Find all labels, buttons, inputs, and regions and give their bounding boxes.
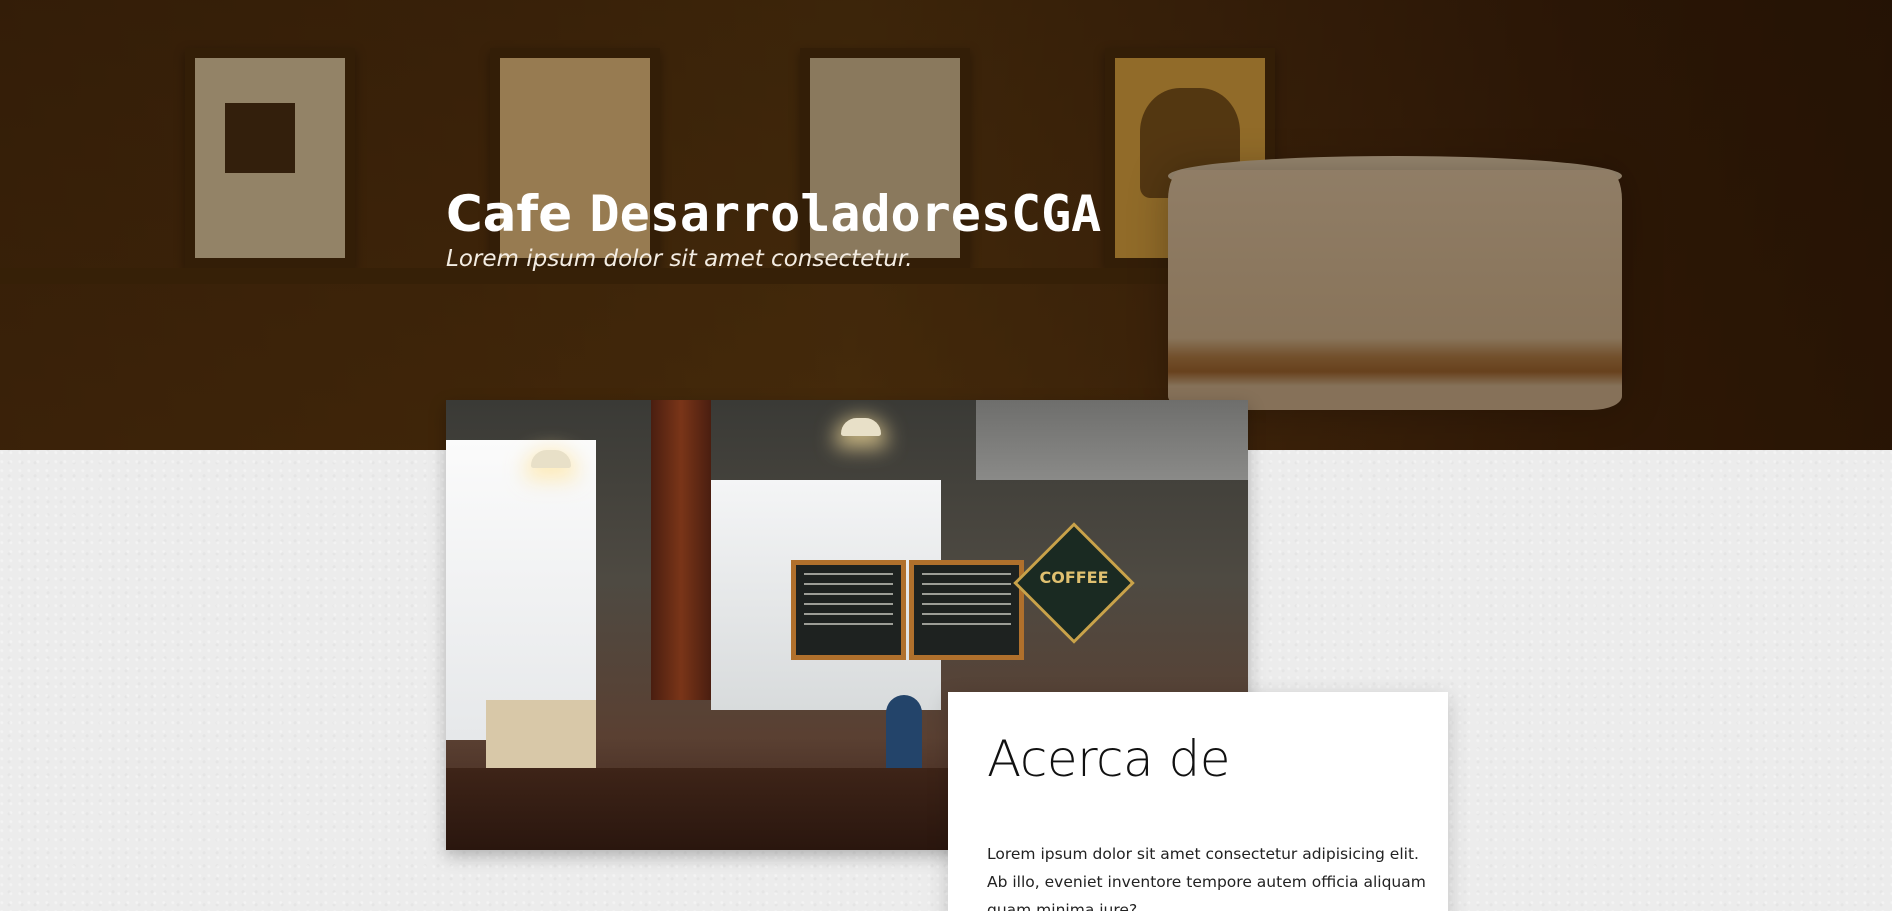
menu-board xyxy=(791,560,906,660)
site-title-brand: DesarroladoresCGA xyxy=(589,185,1102,243)
photo-duct xyxy=(976,400,1248,480)
about-heading: Acerca de xyxy=(987,730,1231,788)
about-text: Lorem ipsum dolor sit amet consectetur a… xyxy=(987,845,1426,911)
about-card: Acerca de Lorem ipsum dolor sit amet con… xyxy=(948,692,1448,911)
site-subtitle: Lorem ipsum dolor sit amet consectetur. xyxy=(446,246,913,272)
photo-lamp xyxy=(841,418,881,436)
hero-header: Cafe DesarroladoresCGA Lorem ipsum dolor… xyxy=(0,0,1892,450)
photo-pillar xyxy=(651,400,711,700)
site-title: Cafe DesarroladoresCGA xyxy=(446,178,1101,250)
photo-person xyxy=(886,695,922,775)
site-title-word: Cafe xyxy=(446,185,573,243)
page: Cafe DesarroladoresCGA Lorem ipsum dolor… xyxy=(0,0,1892,911)
photo-lamp xyxy=(531,450,571,468)
coffee-sign-text: COFFEE xyxy=(1039,568,1109,587)
photo-window xyxy=(446,440,596,740)
menu-board xyxy=(909,560,1024,660)
photo-crate xyxy=(486,700,596,770)
